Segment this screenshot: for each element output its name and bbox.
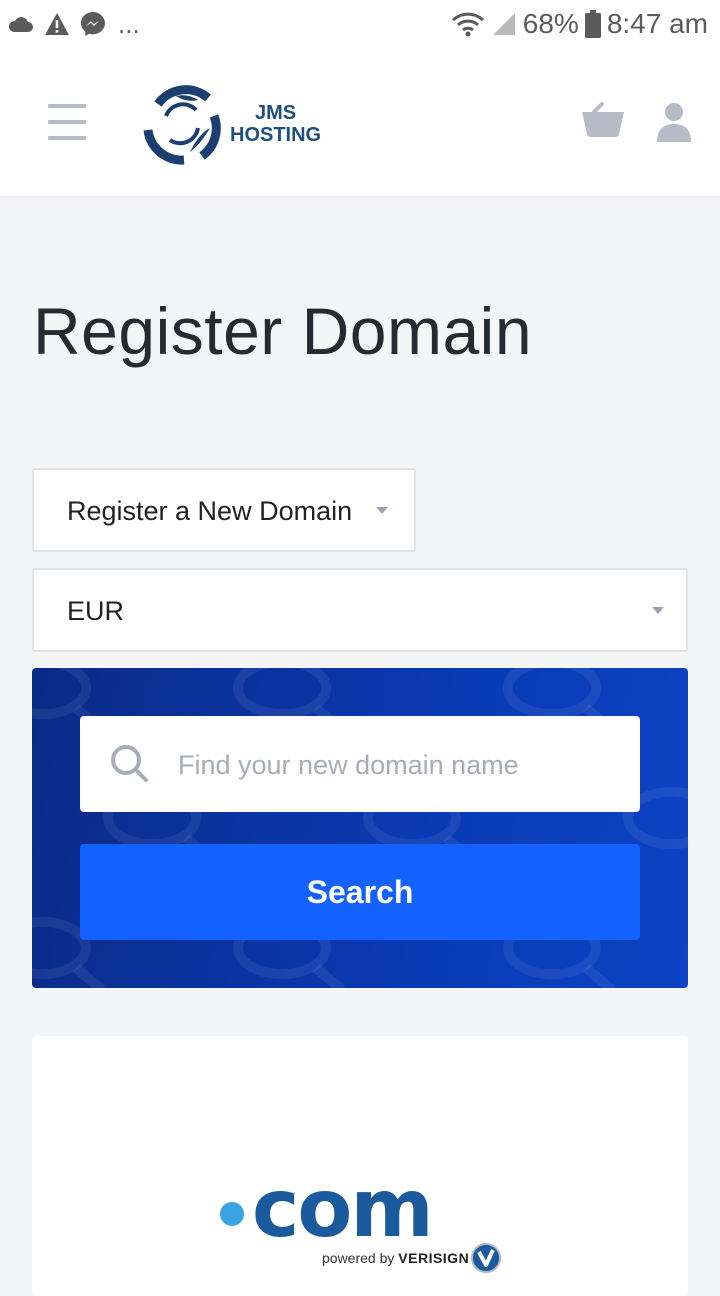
domain-search-input[interactable]: [176, 716, 620, 814]
tld-promo-card[interactable]: com powered by VERISIGN: [32, 1036, 688, 1296]
tld-text: com: [252, 1162, 434, 1255]
cart-icon[interactable]: [582, 102, 624, 138]
domain-search-panel: Search: [32, 668, 688, 988]
logo-line-2: HOSTING: [230, 124, 322, 146]
currency-value: EUR: [67, 596, 125, 626]
menu-icon[interactable]: [48, 104, 88, 144]
domain-search-field[interactable]: [80, 716, 640, 814]
search-icon: [111, 745, 148, 782]
logo-mark-icon: [143, 85, 221, 165]
dot-icon: [220, 1202, 244, 1226]
signal-icon: [491, 11, 517, 37]
page-title: Register Domain: [33, 294, 533, 368]
search-button[interactable]: Search: [80, 844, 640, 940]
currency-select[interactable]: EUR: [32, 568, 688, 652]
cloud-icon: [8, 11, 34, 37]
messenger-icon: [80, 11, 106, 37]
clock: 8:47 am: [606, 8, 708, 39]
status-left: ...: [8, 10, 140, 38]
status-bar: ... 68% 8:47 am: [0, 0, 720, 48]
notification-overflow: ...: [118, 9, 140, 39]
verisign-badge-icon: [471, 1243, 501, 1273]
chevron-down-icon: [652, 607, 664, 614]
verisign-brand: VERISIGN: [398, 1250, 470, 1266]
site-logo[interactable]: JMS HOSTING: [140, 82, 340, 166]
chevron-down-icon: [376, 507, 388, 514]
site-header: JMS HOSTING: [0, 48, 720, 196]
logo-line-1: JMS: [255, 102, 297, 124]
battery-percent: 68%: [522, 8, 579, 39]
battery-icon: [584, 10, 601, 38]
domain-action-value: Register a New Domain: [67, 496, 353, 526]
logo-text: JMS HOSTING: [230, 102, 321, 146]
wifi-icon: [451, 11, 485, 37]
powered-by-text: powered by VERISIGN: [322, 1250, 469, 1266]
dotcom-logo: com powered by VERISIGN: [218, 1162, 518, 1278]
powered-by-label: powered by: [322, 1250, 395, 1266]
user-icon[interactable]: [655, 102, 693, 142]
domain-action-select[interactable]: Register a New Domain: [32, 468, 416, 552]
status-right: 68% 8:47 am: [451, 8, 708, 40]
warning-icon: [44, 11, 70, 37]
